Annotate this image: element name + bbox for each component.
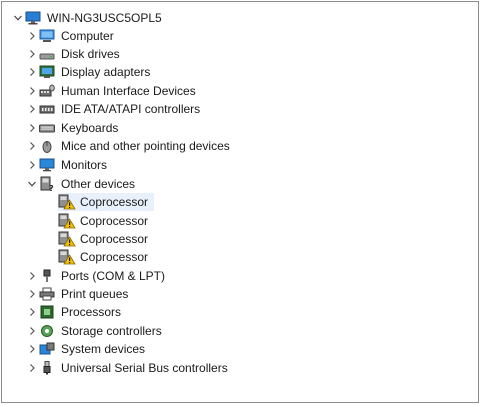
tree-item-label: Print queues: [61, 287, 129, 301]
tree-child-label: Coprocessor: [80, 214, 149, 228]
chevron-down-icon[interactable]: [12, 12, 24, 24]
tree-child-coprocessor[interactable]: Coprocessor: [58, 248, 148, 266]
tree-item-label: Mice and other pointing devices: [61, 139, 230, 153]
tree-item-label: IDE ATA/ATAPI controllers: [61, 102, 201, 116]
tree-item-computer[interactable]: Computer: [26, 27, 114, 45]
system-devices-icon: [38, 341, 56, 357]
storage-controller-icon: [38, 323, 56, 339]
tree-root-label: WIN-NG3USC5OPL5: [47, 11, 162, 25]
warning-device-icon: [58, 249, 76, 265]
tree-item-label: Keyboards: [61, 121, 119, 135]
tree-child-coprocessor[interactable]: Coprocessor: [58, 230, 148, 248]
computer-icon: [38, 28, 56, 44]
tree-item-label: Universal Serial Bus controllers: [61, 361, 228, 375]
printer-icon: [38, 286, 56, 302]
tree-child-label: Coprocessor: [80, 232, 149, 246]
tree-item-usb-controllers[interactable]: Universal Serial Bus controllers: [26, 359, 228, 377]
computer-root-icon: [24, 10, 42, 26]
chevron-right-icon[interactable]: [26, 122, 38, 134]
tree-item-label: Human Interface Devices: [61, 84, 196, 98]
tree-item-processors[interactable]: Processors: [26, 303, 121, 321]
tree-item-label: Computer: [61, 29, 114, 43]
chevron-right-icon[interactable]: [26, 48, 38, 60]
tree-item-label: Disk drives: [61, 47, 120, 61]
chevron-right-icon[interactable]: [26, 325, 38, 337]
svg-text:?: ?: [49, 184, 54, 192]
tree-child-coprocessor[interactable]: Coprocessor: [58, 212, 148, 230]
tree-child-coprocessor[interactable]: Coprocessor: [58, 193, 154, 211]
tree-item-human-interface-devices[interactable]: Human Interface Devices: [26, 82, 196, 100]
tree-child-label: Coprocessor: [80, 250, 149, 264]
chevron-right-icon[interactable]: [26, 362, 38, 374]
tree-item-monitors[interactable]: Monitors: [26, 156, 107, 174]
tree-root[interactable]: WIN-NG3USC5OPL5: [12, 9, 162, 27]
keyboard-icon: [38, 120, 56, 136]
tree-item-print-queues[interactable]: Print queues: [26, 285, 128, 303]
disk-drive-icon: [38, 46, 56, 62]
chevron-right-icon[interactable]: [26, 270, 38, 282]
chevron-right-icon[interactable]: [26, 103, 38, 115]
tree-item-label: Processors: [61, 305, 122, 319]
tree-item-label: Monitors: [61, 158, 108, 172]
tree-item-system-devices[interactable]: System devices: [26, 340, 145, 358]
chevron-right-icon[interactable]: [26, 66, 38, 78]
tree-item-ide-controllers[interactable]: IDE ATA/ATAPI controllers: [26, 100, 200, 118]
chevron-down-icon[interactable]: [26, 178, 38, 190]
tree-item-disk-drives[interactable]: Disk drives: [26, 45, 120, 63]
tree-item-label: Storage controllers: [61, 324, 162, 338]
tree-item-mice[interactable]: Mice and other pointing devices: [26, 137, 230, 155]
warning-device-icon: [58, 213, 76, 229]
other-devices-icon: ?: [38, 176, 56, 192]
display-adapter-icon: [38, 64, 56, 80]
tree-item-label: Other devices: [61, 177, 136, 191]
tree-item-storage-controllers[interactable]: Storage controllers: [26, 322, 162, 340]
hid-icon: [38, 83, 56, 99]
tree-item-label: Ports (COM & LPT): [61, 269, 166, 283]
chevron-right-icon[interactable]: [26, 30, 38, 42]
processor-icon: [38, 304, 56, 320]
ide-controller-icon: [38, 101, 56, 117]
tree-item-display-adapters[interactable]: Display adapters: [26, 63, 150, 81]
chevron-right-icon[interactable]: [26, 306, 38, 318]
port-icon: [38, 268, 56, 284]
tree-item-ports[interactable]: Ports (COM & LPT): [26, 267, 165, 285]
mouse-icon: [38, 138, 56, 154]
chevron-right-icon[interactable]: [26, 85, 38, 97]
chevron-right-icon[interactable]: [26, 288, 38, 300]
chevron-right-icon[interactable]: [26, 140, 38, 152]
tree-item-other-devices[interactable]: ? Other devices: [26, 175, 135, 193]
warning-device-icon: [58, 194, 76, 210]
warning-device-icon: [58, 231, 76, 247]
chevron-right-icon[interactable]: [26, 159, 38, 171]
usb-icon: [38, 360, 56, 376]
monitor-icon: [38, 157, 56, 173]
tree-item-keyboards[interactable]: Keyboards: [26, 119, 118, 137]
tree-item-label: System devices: [61, 342, 146, 356]
tree-child-label: Coprocessor: [80, 195, 149, 209]
chevron-right-icon[interactable]: [26, 343, 38, 355]
device-manager-window: WIN-NG3USC5OPL5 Computer Disk drives Dis…: [1, 1, 479, 403]
tree-item-label: Display adapters: [61, 65, 151, 79]
